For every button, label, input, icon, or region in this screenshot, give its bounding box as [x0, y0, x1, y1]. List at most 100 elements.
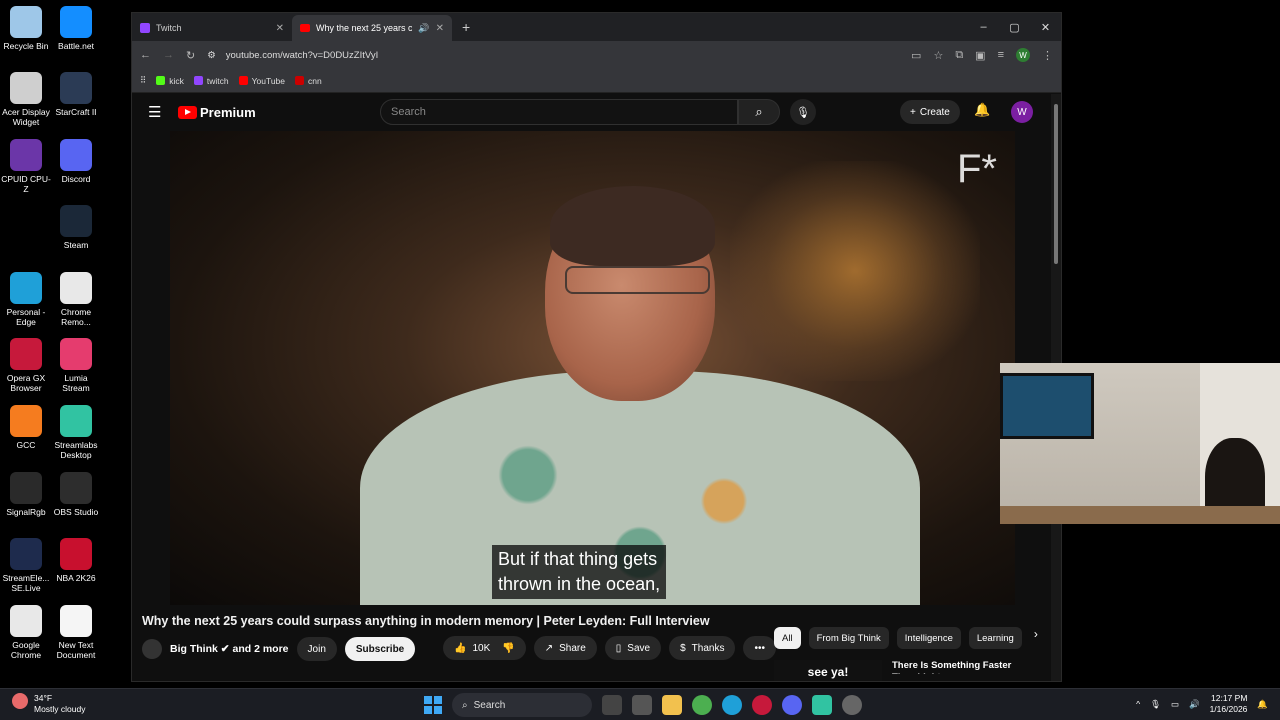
- media-icon[interactable]: ≡: [998, 49, 1004, 61]
- weather-widget[interactable]: 34°F Mostly cloudy: [12, 693, 86, 715]
- settings-icon[interactable]: [842, 695, 862, 715]
- sidebar-icon[interactable]: ▣: [975, 49, 985, 62]
- desktop-icon[interactable]: GCC: [0, 405, 52, 450]
- maximize-button[interactable]: ▢: [999, 13, 1030, 41]
- minimize-button[interactable]: –: [968, 13, 999, 41]
- create-button[interactable]: + Create: [900, 100, 960, 124]
- desktop-icon[interactable]: Steam: [50, 205, 102, 250]
- desktop-icon[interactable]: Google Chrome: [0, 605, 52, 660]
- desktop-icon[interactable]: SignalRgb: [0, 472, 52, 517]
- desktop-icon[interactable]: Chrome Remo...: [50, 272, 102, 327]
- bookmark-twitch[interactable]: twitch: [193, 76, 229, 86]
- subscribe-button[interactable]: Subscribe: [344, 637, 416, 661]
- app-icon: [10, 405, 42, 437]
- speaker-icon[interactable]: 🔊: [418, 23, 429, 34]
- close-button[interactable]: ✕: [1030, 13, 1061, 41]
- url-field[interactable]: ⚙ youtube.com/watch?v=D0DUzZItVyI: [207, 50, 899, 61]
- chip-from-big-think[interactable]: From Big Think: [808, 627, 889, 649]
- edge-icon[interactable]: [722, 695, 742, 715]
- desktop-icon[interactable]: StreamEle... SE.Live: [0, 538, 52, 593]
- cast-icon[interactable]: ▭: [911, 49, 921, 62]
- task-view-icon[interactable]: [602, 695, 622, 715]
- chevron-right-icon[interactable]: ›: [1030, 627, 1038, 649]
- video-title: Why the next 25 years could surpass anyt…: [142, 614, 710, 628]
- menu-icon[interactable]: ⋮: [1042, 49, 1053, 62]
- desktop-icon[interactable]: StarCraft II: [50, 72, 102, 117]
- desktop-icon-label: StreamEle... SE.Live: [2, 573, 50, 593]
- clock[interactable]: 12:17 PM 1/16/2026: [1210, 693, 1248, 715]
- desktop-icon-label: New Text Document: [56, 640, 96, 660]
- youtube-logo[interactable]: Premium: [178, 105, 256, 120]
- close-tab-icon[interactable]: ✕: [276, 23, 284, 34]
- desktop-icon[interactable]: Recycle Bin: [0, 6, 52, 51]
- recommended-thumbnail[interactable]: see ya!: [774, 660, 882, 681]
- streamlabs-icon[interactable]: [812, 695, 832, 715]
- save-button[interactable]: ▯ Save: [604, 636, 662, 660]
- extensions-icon[interactable]: ⧉: [955, 49, 963, 62]
- join-button[interactable]: Join: [296, 637, 337, 661]
- voice-search-button[interactable]: 🎙: [790, 99, 816, 125]
- taskbar-search[interactable]: ⌕ Search: [452, 693, 592, 717]
- app-icon: [60, 338, 92, 370]
- tab-youtube[interactable]: Why the next 25 years coul 🔊 ✕: [292, 15, 452, 41]
- desktop-icon-label: OBS Studio: [53, 507, 99, 517]
- twitch-icon: [140, 23, 150, 33]
- desktop-icon[interactable]: Personal - Edge: [0, 272, 52, 327]
- microphone-icon[interactable]: 🎙: [1150, 699, 1161, 710]
- profile-icon[interactable]: W: [1016, 48, 1030, 62]
- desktop-icon[interactable]: Acer Display Widget: [0, 72, 52, 127]
- discord-icon[interactable]: [782, 695, 802, 715]
- widgets-icon[interactable]: [632, 695, 652, 715]
- app-icon: [10, 605, 42, 637]
- chip-learning[interactable]: Learning: [968, 627, 1022, 649]
- channel-name[interactable]: Big Think ✔ and 2 more: [170, 643, 289, 655]
- like-button[interactable]: 👍 10K 👎: [443, 636, 526, 660]
- desktop-icon[interactable]: Opera GX Browser: [0, 338, 52, 393]
- bookmark-cnn[interactable]: cnn: [295, 76, 322, 86]
- desktop-icon[interactable]: Discord: [50, 139, 102, 184]
- desktop-icon[interactable]: Battle.net: [50, 6, 102, 51]
- app-icon: [10, 472, 42, 504]
- site-info-icon[interactable]: ⚙: [207, 50, 216, 61]
- more-actions-button[interactable]: •••: [743, 636, 776, 660]
- chrome-icon[interactable]: [692, 695, 712, 715]
- network-icon[interactable]: ▭: [1171, 699, 1179, 710]
- volume-icon[interactable]: 🔊: [1189, 699, 1200, 710]
- opera-gx-icon[interactable]: [752, 695, 772, 715]
- chevron-up-icon[interactable]: ^: [1136, 699, 1140, 709]
- bookmark-kick[interactable]: kick: [156, 76, 184, 86]
- hamburger-menu-icon[interactable]: ☰: [148, 103, 178, 121]
- recommended-video[interactable]: see ya! There Is Something Faster Than L…: [774, 660, 1032, 681]
- desktop-icon[interactable]: Lumia Stream: [50, 338, 102, 393]
- file-explorer-icon[interactable]: [662, 695, 682, 715]
- back-icon[interactable]: ←: [140, 49, 151, 61]
- video-player[interactable]: F* But if that thing gets thrown in the …: [170, 131, 1015, 605]
- desktop-icon[interactable]: Streamlabs Desktop: [50, 405, 102, 460]
- thanks-button[interactable]: $ Thanks: [669, 636, 736, 660]
- chip-all[interactable]: All: [774, 627, 801, 649]
- notifications-bell-icon[interactable]: 🔔: [974, 102, 990, 118]
- desktop-icon[interactable]: CPUID CPU-Z: [0, 139, 52, 194]
- search-button[interactable]: ⌕: [738, 99, 780, 125]
- reload-icon[interactable]: ↻: [186, 49, 195, 62]
- start-button[interactable]: [424, 696, 442, 714]
- bookmark-youtube[interactable]: YouTube: [238, 76, 285, 86]
- new-tab-button[interactable]: +: [452, 19, 480, 41]
- chip-intelligence[interactable]: Intelligence: [896, 627, 961, 649]
- tab-twitch[interactable]: Twitch ✕: [132, 15, 292, 41]
- recommended-title[interactable]: There Is Something Faster Than Light: [892, 660, 1032, 674]
- share-button[interactable]: ↗ Share: [533, 636, 597, 660]
- desktop-icon[interactable]: OBS Studio: [50, 472, 102, 517]
- forward-icon[interactable]: →: [163, 49, 174, 61]
- desktop-icon[interactable]: New Text Document: [50, 605, 102, 660]
- app-icon: [10, 538, 42, 570]
- desktop-icon[interactable]: NBA 2K26: [50, 538, 102, 583]
- search-input[interactable]: Search: [380, 99, 738, 125]
- thumbs-down-icon[interactable]: 👎: [502, 643, 514, 654]
- avatar[interactable]: W: [1011, 101, 1033, 123]
- close-tab-icon[interactable]: ✕: [436, 23, 444, 34]
- bookmark-star-icon[interactable]: ☆: [933, 49, 943, 62]
- apps-icon[interactable]: ⠿: [140, 75, 146, 86]
- channel-avatar[interactable]: [142, 639, 162, 659]
- notifications-icon[interactable]: 🔔: [1257, 699, 1268, 710]
